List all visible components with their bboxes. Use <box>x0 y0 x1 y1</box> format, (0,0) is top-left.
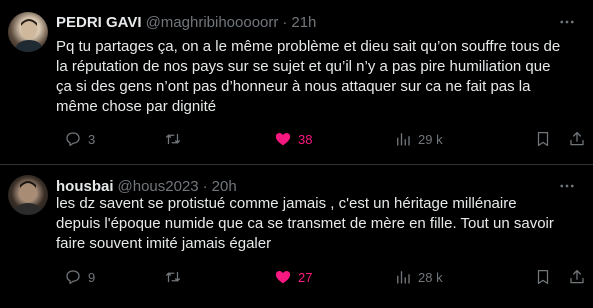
views-count: 29 k <box>418 131 443 147</box>
repost-button[interactable] <box>164 129 188 149</box>
tweet-text: les dz savent se protistué comme jamais … <box>56 194 582 254</box>
reply-button[interactable]: 3 <box>64 129 95 149</box>
views-icon <box>397 133 410 146</box>
separator-dot: · <box>282 13 288 31</box>
author-name[interactable]: housbai <box>56 178 114 195</box>
heart-filled-icon <box>275 133 291 146</box>
views-icon <box>397 271 410 284</box>
views-button[interactable]: 28 k <box>394 267 443 287</box>
reply-count: 3 <box>88 131 96 147</box>
author-name[interactable]: PEDRI GAVI <box>56 14 142 31</box>
tweet[interactable]: PEDRI GAVI @maghribihooooorr · 21h Pq tu… <box>0 0 593 165</box>
tweet-text-line: les dz savent se protistué comme jamais … <box>56 195 517 212</box>
avatar[interactable] <box>8 12 48 52</box>
like-button[interactable]: 27 <box>274 267 312 287</box>
repost-icon <box>165 133 181 145</box>
tweet-text-line: Pq tu partages ça, on a le même problème… <box>56 38 561 55</box>
tweet-text-line: depuis l'époque numide que ca se transme… <box>56 215 554 232</box>
share-button[interactable] <box>568 267 586 287</box>
author-handle[interactable]: @maghribihooooorr <box>146 14 279 31</box>
heart-filled-icon <box>275 271 291 284</box>
more-icon <box>560 20 574 24</box>
bookmark-icon <box>537 131 549 147</box>
avatar-photo-icon <box>14 19 44 52</box>
like-count: 27 <box>298 269 313 285</box>
views-button[interactable]: 29 k <box>394 129 443 149</box>
share-button[interactable] <box>568 129 586 149</box>
more-options-button[interactable] <box>557 12 577 32</box>
like-button[interactable]: 38 <box>274 129 312 149</box>
share-icon <box>570 131 584 146</box>
tweet-text-line: même chose par dignité <box>56 98 217 115</box>
views-count: 28 k <box>418 269 443 285</box>
tweet[interactable]: housbai @hous2023 · 20h les dz savent se… <box>0 165 593 308</box>
timestamp[interactable]: 21h <box>291 14 316 31</box>
author-handle[interactable]: @hous2023 <box>118 178 199 195</box>
reply-icon <box>66 270 80 285</box>
action-bar: 9 27 28 k <box>56 267 584 287</box>
reply-button[interactable]: 9 <box>64 267 95 287</box>
tweet-text: Pq tu partages ça, on a le même problème… <box>56 37 582 117</box>
tweet-text-line: la réputation de nos pays sur se sujet e… <box>56 58 551 75</box>
share-icon <box>570 269 584 284</box>
like-count: 38 <box>298 131 313 147</box>
more-options-button[interactable] <box>557 176 577 196</box>
avatar-photo-icon <box>13 181 43 215</box>
tweet-text-line: faire souvent imité jamais égaler <box>56 235 272 252</box>
tweet-text-line: ça si des gens n’ont pas d’honneur à nou… <box>56 78 531 95</box>
repost-button[interactable] <box>164 267 188 287</box>
tweet-header: housbai @hous2023 · 20h <box>56 176 237 196</box>
reply-count: 9 <box>88 269 96 285</box>
action-bar: 3 38 29 k <box>56 129 584 149</box>
timestamp[interactable]: 20h <box>212 178 237 195</box>
bookmark-icon <box>537 269 549 285</box>
avatar[interactable] <box>8 175 48 215</box>
separator-dot: · <box>202 177 208 195</box>
more-icon <box>560 184 574 188</box>
bookmark-button[interactable] <box>534 129 552 149</box>
tweet-header: PEDRI GAVI @maghribihooooorr · 21h <box>56 12 316 32</box>
repost-icon <box>165 271 181 283</box>
bookmark-button[interactable] <box>534 267 552 287</box>
reply-icon <box>66 132 80 147</box>
